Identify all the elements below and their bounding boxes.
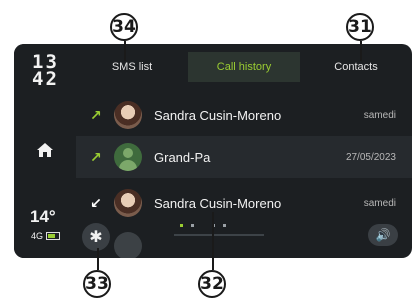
page-indicator	[180, 224, 226, 227]
widget-peek	[114, 232, 142, 258]
tab-call-history[interactable]: Call history	[188, 52, 300, 82]
page-dot	[180, 224, 183, 227]
tab-contacts[interactable]: Contacts	[300, 52, 412, 82]
speaker-icon[interactable]: 🔊	[368, 224, 398, 246]
outgoing-call-icon: ↗	[90, 106, 102, 123]
incoming-call-icon: ↙	[90, 194, 102, 211]
call-date: samedi	[363, 197, 396, 209]
contact-name: Sandra Cusin-Moreno	[154, 195, 282, 211]
avatar	[114, 101, 142, 129]
call-row[interactable]: ↙ Sandra Cusin-Moreno samedi	[76, 182, 412, 224]
page-dot	[191, 224, 194, 227]
callout-31-leader	[360, 41, 362, 61]
contact-name: Sandra Cusin-Moreno	[154, 107, 282, 123]
call-date: samedi	[363, 109, 396, 121]
page-dot	[223, 224, 226, 227]
callout-32: 32	[198, 270, 226, 298]
call-row[interactable]: ↗ Grand-Pa 27/05/2023	[76, 136, 412, 178]
call-date: 27/05/2023	[345, 151, 396, 163]
callout-34: 34	[110, 13, 138, 41]
callout-32-leader	[212, 212, 214, 270]
callout-33: 33	[83, 270, 111, 298]
avatar	[114, 143, 142, 171]
tab-sms-list[interactable]: SMS list	[76, 52, 188, 82]
avatar	[114, 189, 142, 217]
contact-name: Grand-Pa	[154, 149, 211, 165]
outgoing-call-icon: ↗	[90, 148, 102, 165]
home-icon[interactable]	[36, 142, 54, 158]
clock: 13 42	[32, 51, 59, 90]
phone-tabs: SMS list Call history Contacts	[76, 52, 412, 82]
callout-33-leader	[97, 248, 99, 270]
callout-34-leader	[124, 41, 126, 61]
callout-31: 31	[346, 13, 374, 41]
gear-icon[interactable]: ✱	[82, 223, 110, 251]
call-row[interactable]: ↗ Sandra Cusin-Moreno samedi	[76, 94, 412, 136]
page-progress	[174, 234, 264, 236]
